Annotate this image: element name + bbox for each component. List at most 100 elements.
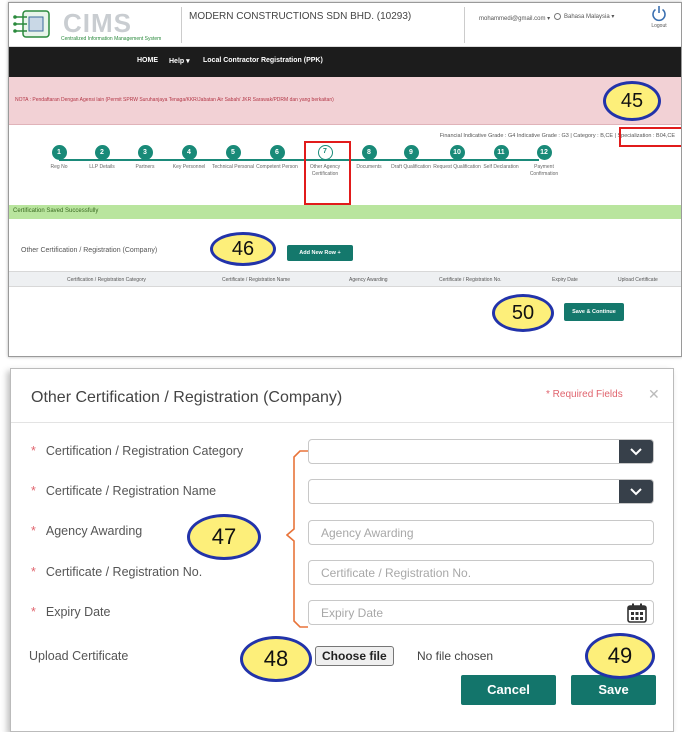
logout-label: Logout [651, 23, 667, 29]
certification-table-header: Certification / Registration Category Ce… [9, 271, 681, 287]
expiry-date-input[interactable] [309, 601, 653, 624]
step-label: Technical Personal [212, 164, 254, 170]
step-number: 11 [493, 145, 509, 160]
cert-no-label: * Certificate / Registration No. [31, 565, 202, 579]
calendar-icon[interactable] [626, 602, 648, 624]
step-number: 5 [225, 145, 241, 160]
step-label: Request Qualification [433, 164, 481, 170]
certification-modal: Other Certification / Registration (Comp… [10, 368, 674, 732]
required-marker: * [31, 565, 36, 579]
callout-48: 48 [240, 636, 312, 682]
step-reg-no[interactable]: 1 Reg No [35, 145, 83, 171]
cims-logo[interactable]: CIMS Centralized Information Management … [13, 5, 179, 45]
step-llp-details[interactable]: 2 LLP Details [78, 145, 126, 171]
step-number: 2 [94, 145, 110, 160]
app-header: CIMS Centralized Information Management … [9, 3, 681, 47]
nav-help[interactable]: Help ▾ [169, 57, 190, 65]
cancel-button[interactable]: Cancel [461, 675, 556, 705]
chevron-down-icon [630, 488, 642, 496]
save-button[interactable]: Save [571, 675, 656, 705]
specialization-highlight [619, 127, 681, 147]
column-header: Certificate / Registration No. [439, 277, 502, 283]
cert-no-label-text: Certificate / Registration No. [45, 565, 203, 579]
step-technical-personal[interactable]: 5 Technical Personal [209, 145, 257, 171]
cert-no-input[interactable] [309, 561, 653, 584]
language-label: Bahasa Malaysia ▾ [564, 14, 615, 21]
agency-awarding-input[interactable] [309, 521, 653, 544]
column-header: Certification / Registration Category [67, 277, 146, 283]
step-number: 1 [51, 145, 67, 160]
success-alert: Certification Saved Successfully [9, 205, 681, 219]
column-header: Agency Awarding [349, 277, 388, 283]
required-fields-note: * Required Fields [546, 389, 623, 400]
expiry-label: * Expiry Date [31, 605, 110, 619]
notice-banner: NOTA : Pendaftaran Dengan Agensi lain (P… [9, 77, 681, 125]
column-header: Certificate / Registration Name [222, 277, 291, 283]
logo-wordmark: CIMS [63, 8, 132, 38]
step-number: 9 [403, 145, 419, 160]
step-key-personnel[interactable]: 4 Key Personnel [165, 145, 213, 171]
modal-divider [11, 422, 673, 423]
step-competent-person[interactable]: 6 Competent Person [253, 145, 301, 171]
step-payment-confirmation[interactable]: 12 Payment Confirmation [520, 145, 568, 178]
nav-local-contractor-registration[interactable]: Local Contractor Registration (PPK) [203, 57, 323, 64]
logout-button[interactable]: Logout [645, 5, 673, 29]
upload-label: Upload Certificate [29, 649, 129, 663]
category-select[interactable] [308, 439, 654, 464]
step-documents[interactable]: 8 Documents [345, 145, 393, 171]
agency-label-text: Agency Awarding [45, 524, 143, 538]
power-icon [652, 6, 666, 22]
save-and-continue-button[interactable]: Save & Continue [564, 303, 624, 321]
header-divider [181, 7, 182, 43]
notice-text: NOTA : Pendaftaran Dengan Agensi lain (P… [15, 97, 334, 103]
step-number: 3 [137, 145, 153, 160]
step-label: Partners [135, 164, 155, 170]
registration-page-screenshot: CIMS Centralized Information Management … [8, 2, 682, 357]
modal-title: Other Certification / Registration (Comp… [31, 389, 343, 406]
cert-name-dropdown-toggle[interactable] [619, 480, 653, 503]
file-status: No file chosen [417, 649, 494, 663]
callout-47: 47 [187, 514, 261, 560]
nav-home[interactable]: HOME [137, 57, 158, 64]
main-navbar: HOME Help ▾ Local Contractor Registratio… [9, 47, 681, 77]
logo-subtitle: Centralized Information Management Syste… [61, 36, 162, 42]
registration-stepper: 1 Reg No 2 LLP Details 3 Partners 4 Key Pers… [39, 145, 559, 205]
step-partners[interactable]: 3 Partners [121, 145, 169, 171]
language-selector[interactable]: Bahasa Malaysia ▾ [554, 13, 614, 20]
choose-file-button[interactable]: Choose file [315, 646, 394, 666]
step-number: 8 [361, 145, 377, 160]
cert-name-select[interactable] [308, 479, 654, 504]
user-menu[interactable]: mohammedi@gmail.com ▾ [479, 15, 550, 22]
agency-label: * Agency Awarding [31, 524, 142, 538]
step-label: Reg No [50, 164, 68, 170]
globe-icon [554, 13, 561, 20]
category-dropdown-toggle[interactable] [619, 440, 653, 463]
chevron-down-icon [630, 448, 642, 456]
agency-awarding-field[interactable] [308, 520, 654, 545]
close-icon[interactable]: ✕ [648, 386, 660, 403]
callout-46: 46 [210, 232, 276, 266]
company-name: MODERN CONSTRUCTIONS SDN BHD. (10293) [189, 11, 412, 22]
required-marker: * [31, 444, 36, 458]
category-label-text: Certification / Registration Category [45, 444, 244, 458]
expiry-date-field[interactable] [308, 600, 654, 625]
expiry-label-text: Expiry Date [45, 605, 111, 619]
section-title: Other Certification / Registration (Comp… [21, 247, 158, 254]
step-number: 6 [269, 145, 285, 160]
callout-50: 50 [492, 294, 554, 332]
required-marker: * [31, 524, 36, 538]
required-marker: * [31, 484, 36, 498]
success-message: Certification Saved Successfully [13, 208, 99, 214]
step-number: 10 [449, 145, 465, 160]
step-self-declaration[interactable]: 11 Self Declaration [477, 145, 525, 171]
step-label: Self Declaration [483, 164, 519, 170]
step-request-qualification[interactable]: 10 Request Qualification [433, 145, 481, 171]
cert-name-label: * Certificate / Registration Name [31, 484, 216, 498]
step-label: Draft Qualification [391, 164, 431, 170]
field-group-bracket [286, 450, 308, 628]
add-new-row-button[interactable]: Add New Row + [287, 245, 353, 261]
cert-name-label-text: Certificate / Registration Name [45, 484, 217, 498]
step-label: LLP Details [89, 164, 115, 170]
cert-no-field[interactable] [308, 560, 654, 585]
step-draft-qualification[interactable]: 9 Draft Qualification [387, 145, 435, 171]
